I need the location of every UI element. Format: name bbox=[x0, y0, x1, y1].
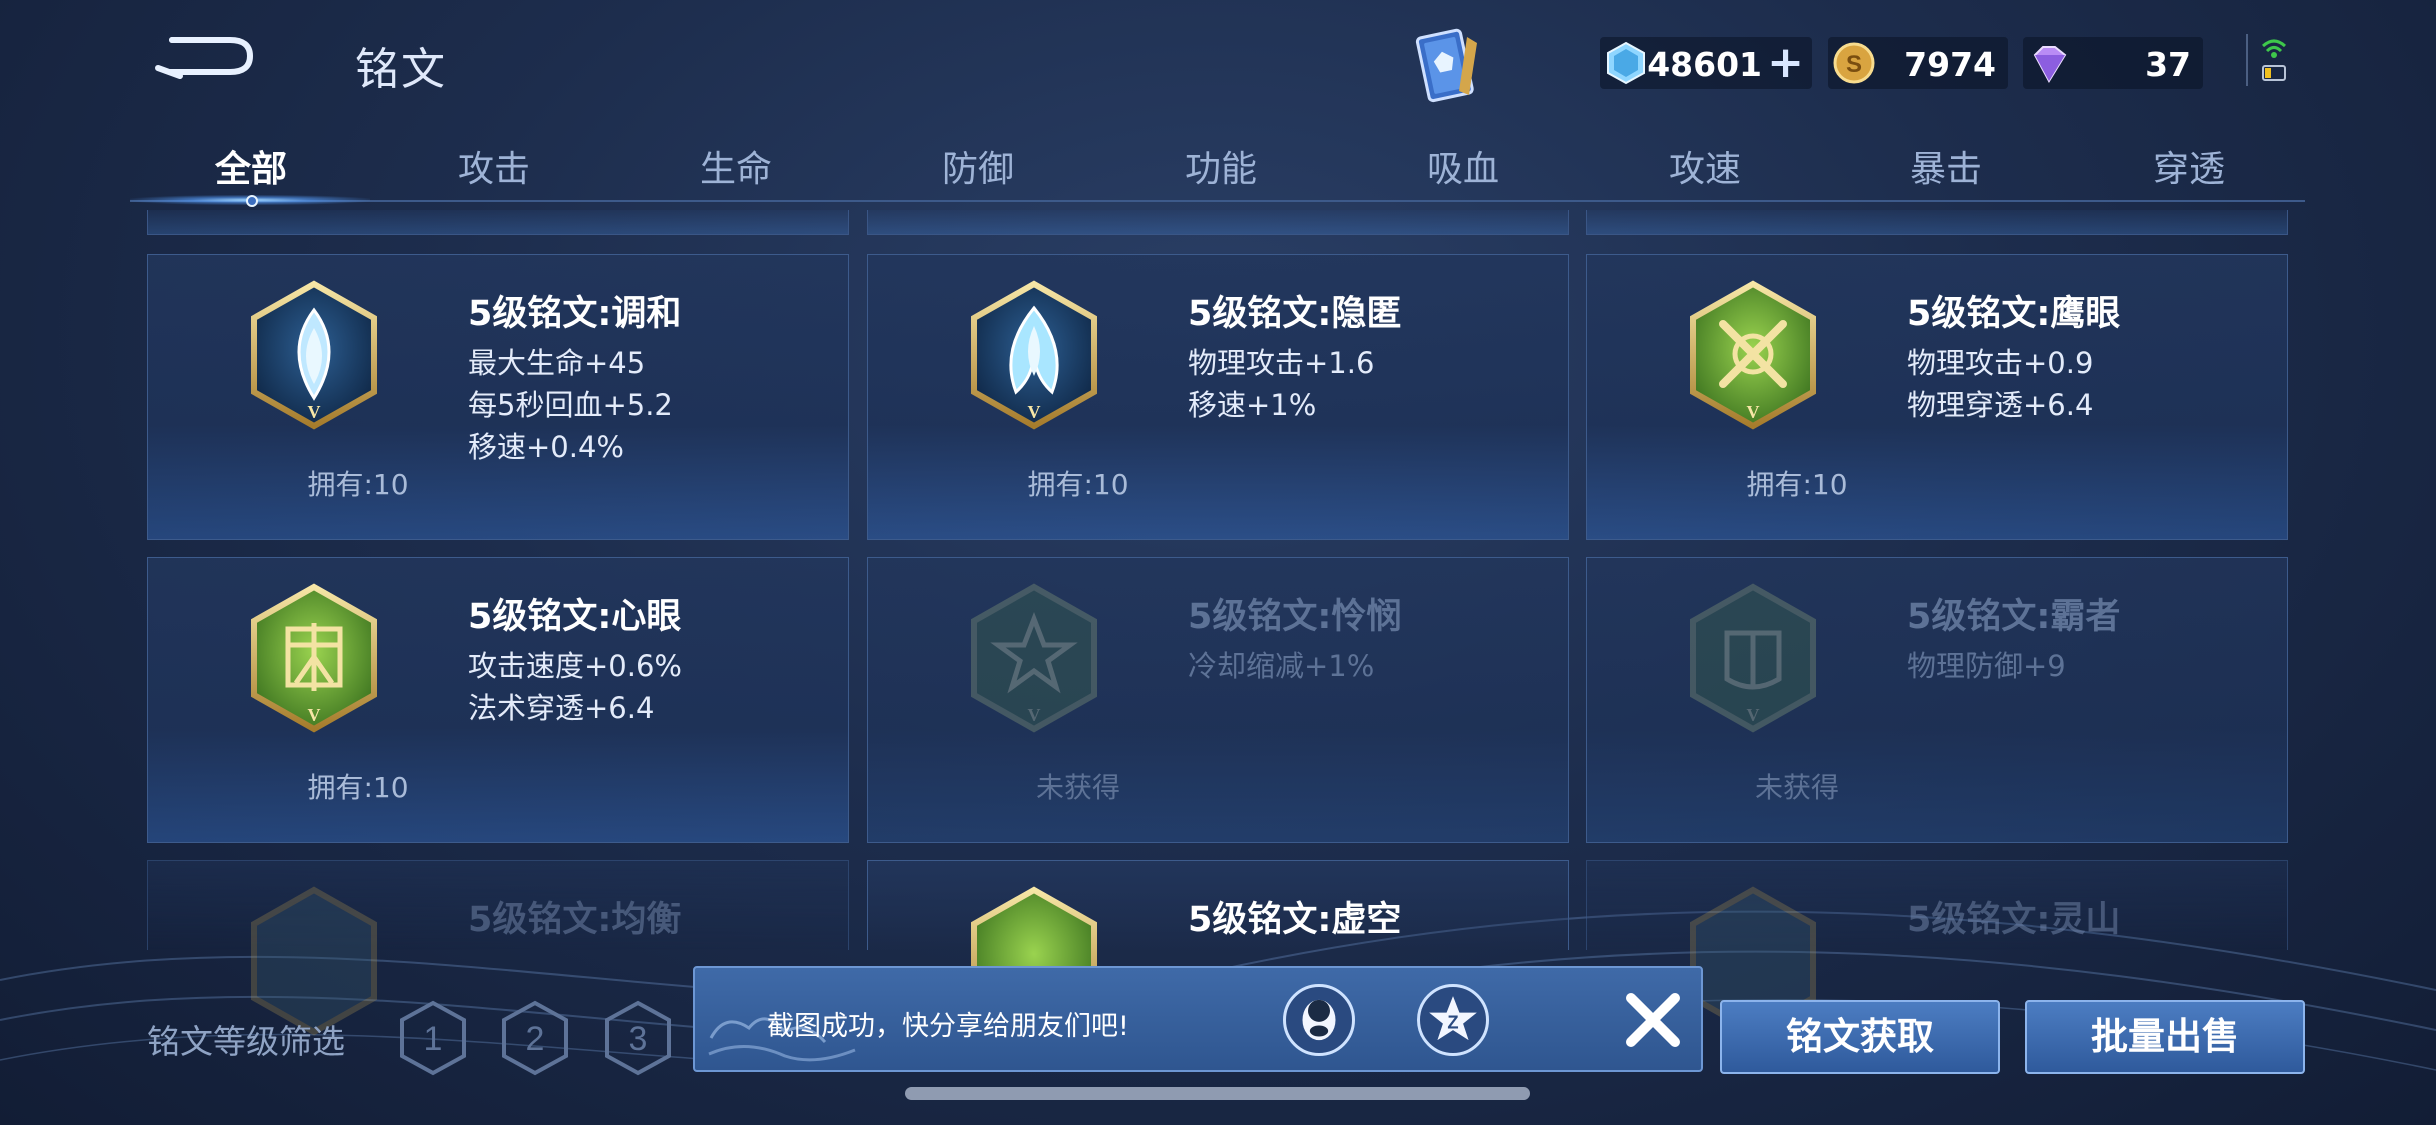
tab-attack[interactable]: 攻击 bbox=[458, 140, 530, 192]
harmony-emblem-icon: V bbox=[251, 280, 377, 430]
inscription-stat: 攻击速度+0.6% bbox=[468, 649, 682, 683]
inscription-stat: 物理穿透+6.4 bbox=[1907, 388, 2094, 422]
inscription-card-hawk-eye[interactable]: V 5级铭文:鹰眼 物理攻击+0.9 物理穿透+6.4 拥有:10 bbox=[1586, 254, 2288, 540]
qzone-share-icon[interactable]: Z bbox=[1417, 984, 1489, 1056]
inscription-stat: 物理防御+9 bbox=[1907, 649, 2066, 683]
tab-function[interactable]: 功能 bbox=[1185, 140, 1257, 192]
hawk-eye-emblem-icon: V bbox=[1690, 280, 1816, 430]
inscription-stat: 每5秒回血+5.2 bbox=[468, 388, 673, 422]
inscription-name: 5级铭文:霸者 bbox=[1907, 597, 2121, 637]
gold-coin-icon: S bbox=[1833, 42, 1875, 84]
inscription-card-overlord[interactable]: V 5级铭文:霸者 物理防御+9 未获得 bbox=[1586, 557, 2288, 843]
level-filter-label: 铭文等级筛选 bbox=[147, 1022, 345, 1061]
previous-row-card-edge bbox=[147, 210, 849, 235]
inscription-card-mercy[interactable]: V 5级铭文:怜悯 冷却缩减+1% 未获得 bbox=[867, 557, 1569, 843]
inscription-stat: 最大生命+45 bbox=[468, 346, 646, 380]
svg-text:V: V bbox=[1747, 402, 1760, 422]
svg-text:V: V bbox=[1028, 705, 1041, 725]
owned-count: 拥有:10 bbox=[1027, 468, 1129, 501]
inscription-card-harmony[interactable]: V 5级铭文:调和 最大生命+45 每5秒回血+5.2 移速+0.4% 拥有:1… bbox=[147, 254, 849, 540]
owned-count: 拥有:10 bbox=[307, 771, 409, 804]
bulk-sell-button[interactable]: 批量出售 bbox=[2025, 1000, 2305, 1074]
level-filter-3[interactable]: 3 bbox=[603, 1000, 673, 1076]
owned-count: 拥有:10 bbox=[307, 468, 409, 501]
tab-lifesteal[interactable]: 吸血 bbox=[1427, 140, 1499, 192]
inscription-stat: 移速+0.4% bbox=[468, 430, 624, 464]
svg-text:1: 1 bbox=[424, 1020, 443, 1058]
tab-attack-speed[interactable]: 攻速 bbox=[1669, 140, 1741, 192]
not-obtained-label: 未获得 bbox=[1754, 771, 1839, 804]
tab-penetration[interactable]: 穿透 bbox=[2153, 140, 2225, 192]
tab-critical[interactable]: 暴击 bbox=[1910, 140, 1982, 192]
not-obtained-label: 未获得 bbox=[1035, 771, 1120, 804]
balance-emblem-icon bbox=[251, 886, 377, 1036]
category-tabs: 全部 攻击 生命 防御 功能 吸血 攻速 暴击 穿透 bbox=[135, 140, 2305, 204]
share-prompt-text: 截图成功，快分享给朋友们吧! bbox=[767, 1011, 1129, 1042]
inscription-name: 5级铭文:灵山 bbox=[1907, 900, 2121, 940]
gold-value: 7974 bbox=[1904, 45, 1996, 84]
inscription-card-void[interactable]: 5级铭文:虚空 bbox=[867, 860, 1569, 1036]
back-icon[interactable] bbox=[150, 30, 260, 90]
inscription-stat: 物理攻击+0.9 bbox=[1907, 346, 2094, 380]
tab-defense[interactable]: 防御 bbox=[942, 140, 1014, 192]
svg-text:3: 3 bbox=[629, 1020, 648, 1058]
inscription-name: 5级铭文:虚空 bbox=[1188, 900, 1402, 940]
inscription-stat: 物理攻击+1.6 bbox=[1188, 346, 1375, 380]
crystal-value: 48601 bbox=[1647, 45, 1762, 84]
home-indicator bbox=[905, 1087, 1530, 1100]
level-filter-2[interactable]: 2 bbox=[500, 1000, 570, 1076]
gem-currency: 37 bbox=[2023, 37, 2203, 89]
inscription-name: 5级铭文:鹰眼 bbox=[1907, 294, 2121, 334]
previous-row-card-edge bbox=[867, 210, 1569, 235]
inscription-stat: 移速+1% bbox=[1188, 388, 1317, 422]
stealth-emblem-icon: V bbox=[971, 280, 1097, 430]
owned-count: 拥有:10 bbox=[1746, 468, 1848, 501]
inscription-book-icon[interactable] bbox=[1405, 25, 1489, 107]
inscription-name: 5级铭文:均衡 bbox=[468, 900, 682, 940]
inscription-name: 5级铭文:心眼 bbox=[468, 597, 682, 637]
obtain-inscription-button[interactable]: 铭文获取 bbox=[1720, 1000, 2000, 1074]
inscription-stat: 冷却缩减+1% bbox=[1188, 649, 1375, 683]
purple-gem-icon bbox=[2033, 46, 2067, 84]
inscription-name: 5级铭文:隐匿 bbox=[1188, 294, 1402, 334]
active-tab-dot bbox=[246, 195, 258, 207]
overlord-emblem-icon: V bbox=[1690, 583, 1816, 733]
screenshot-share-toast: 截图成功，快分享给朋友们吧! Z bbox=[693, 966, 1703, 1072]
add-crystal-icon[interactable]: + bbox=[1767, 41, 1804, 85]
level-filter-1[interactable]: 1 bbox=[398, 1000, 468, 1076]
inscription-card-balance[interactable]: 5级铭文:均衡 bbox=[147, 860, 849, 1036]
inscription-stat: 法术穿透+6.4 bbox=[468, 691, 655, 725]
crystal-icon bbox=[1607, 41, 1645, 85]
svg-text:2: 2 bbox=[526, 1020, 545, 1058]
tab-underline bbox=[130, 200, 2305, 202]
qq-share-icon[interactable] bbox=[1283, 984, 1355, 1056]
gold-currency: S 7974 bbox=[1828, 37, 2008, 89]
wifi-battery-status-icon bbox=[2246, 34, 2287, 86]
tab-health[interactable]: 生命 bbox=[700, 140, 772, 192]
tab-all[interactable]: 全部 bbox=[215, 140, 287, 192]
svg-text:V: V bbox=[1747, 705, 1760, 725]
inscription-card-spirit-mountain[interactable]: 5级铭文:灵山 bbox=[1586, 860, 2288, 1036]
page-title: 铭文 bbox=[355, 44, 447, 95]
svg-text:S: S bbox=[1846, 51, 1862, 78]
gem-value: 37 bbox=[2145, 45, 2191, 84]
svg-text:V: V bbox=[1028, 402, 1041, 422]
close-icon[interactable] bbox=[1615, 982, 1691, 1058]
mercy-emblem-icon: V bbox=[971, 583, 1097, 733]
svg-text:Z: Z bbox=[1447, 1011, 1458, 1032]
svg-text:V: V bbox=[308, 402, 321, 422]
previous-row-card-edge bbox=[1586, 210, 2288, 235]
crystal-currency: 48601 + bbox=[1600, 37, 1812, 89]
inscription-name: 5级铭文:怜悯 bbox=[1188, 597, 1402, 637]
inscription-card-stealth[interactable]: V 5级铭文:隐匿 物理攻击+1.6 移速+1% 拥有:10 bbox=[867, 254, 1569, 540]
inscription-name: 5级铭文:调和 bbox=[468, 294, 682, 334]
svg-text:V: V bbox=[308, 705, 321, 725]
inscription-card-mind-eye[interactable]: V 5级铭文:心眼 攻击速度+0.6% 法术穿透+6.4 拥有:10 bbox=[147, 557, 849, 843]
mind-eye-emblem-icon: V bbox=[251, 583, 377, 733]
